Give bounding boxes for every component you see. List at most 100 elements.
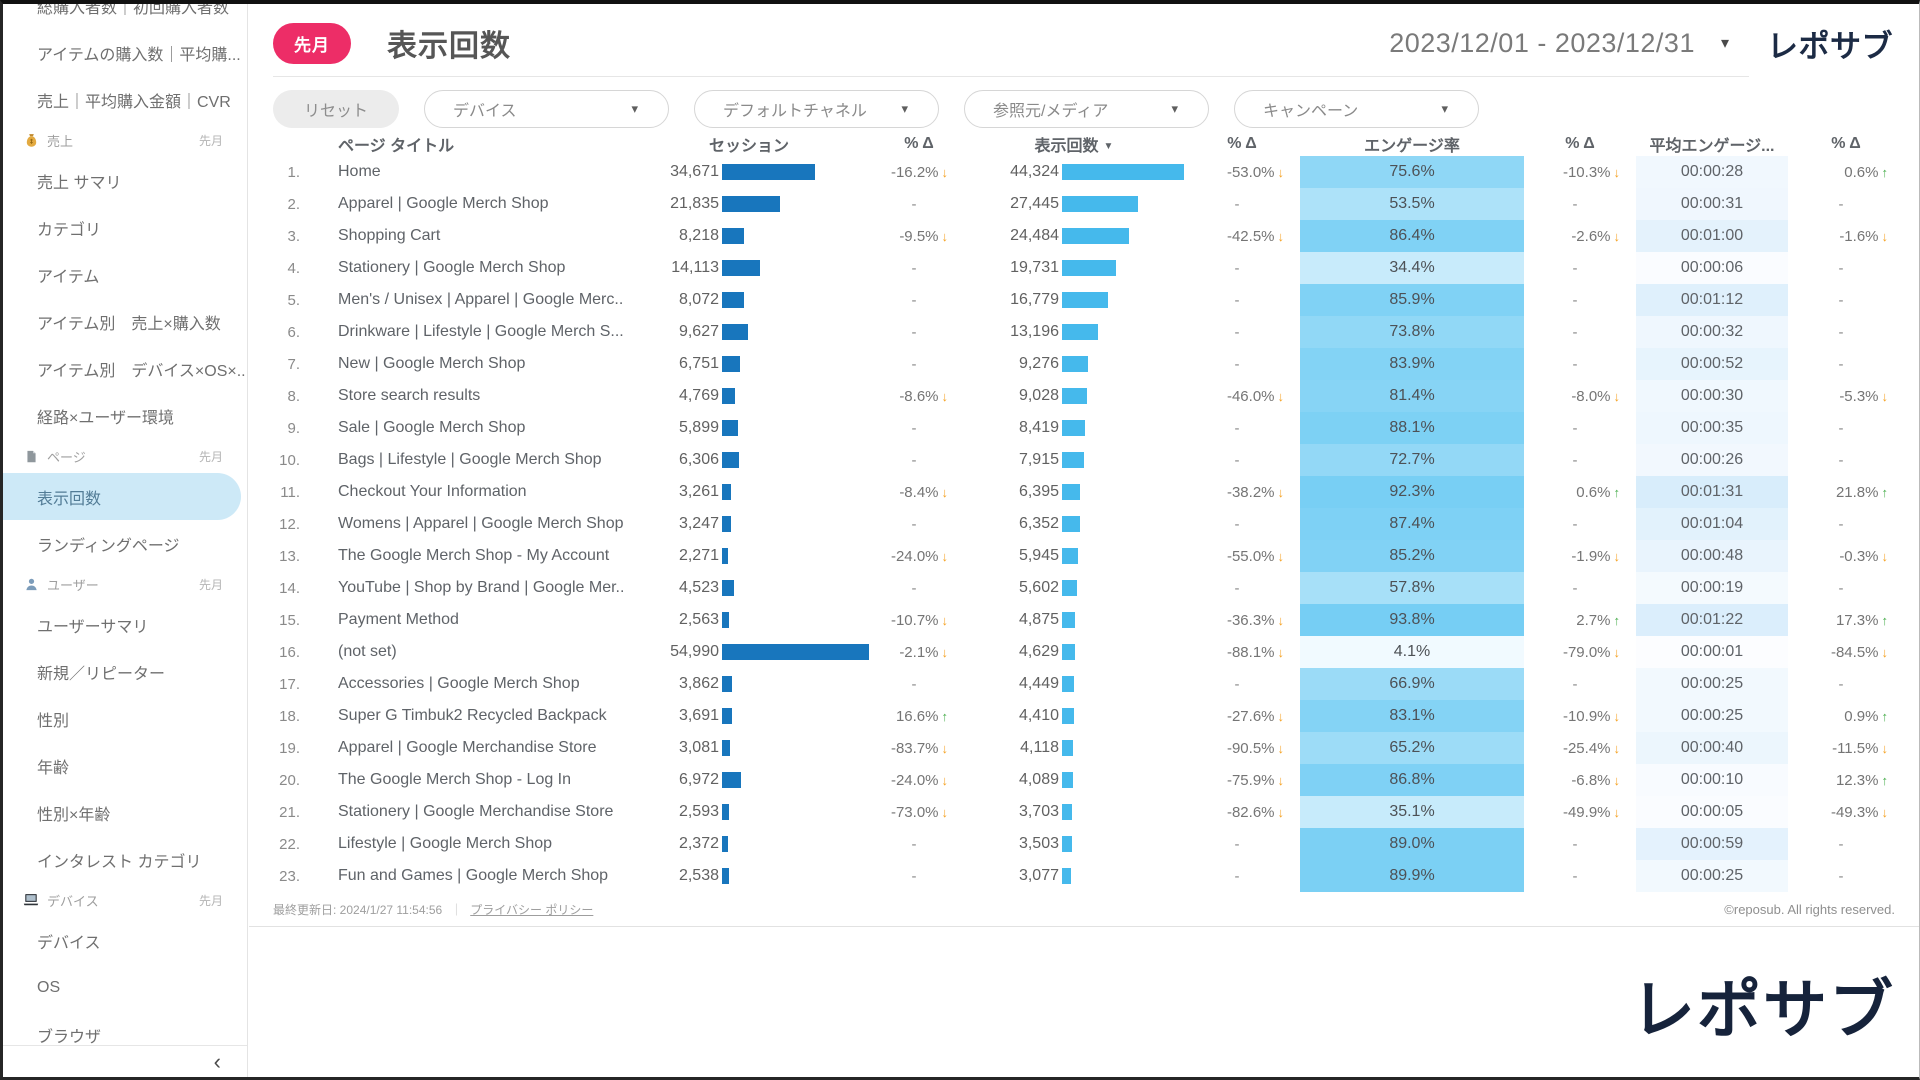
sessions-bar <box>722 484 731 500</box>
page-title-cell: Womens | Apparel | Google Merch Shop <box>304 515 624 533</box>
engagement-rate-cell: 85.2% <box>1300 540 1524 572</box>
avg-engagement-delta: -5.3%↓ <box>1788 388 1904 405</box>
sidebar-section-20: デバイス先月 <box>3 883 247 917</box>
sidebar-item[interactable]: アイテム別 売上×購入数 <box>3 298 247 345</box>
device-filter-dropdown[interactable]: デバイス ▾ <box>424 90 669 128</box>
sidebar-section-label: デバイス <box>47 891 99 910</box>
table-row: 20.The Google Merch Shop - Log In6,972-2… <box>268 764 1904 796</box>
sidebar-item[interactable]: 性別×年齢 <box>3 789 247 836</box>
views-bar <box>1062 804 1072 820</box>
sessions-bar <box>722 772 741 788</box>
avg-engagement-cell: 00:00:25 <box>1636 860 1788 892</box>
views-delta: - <box>1184 324 1300 341</box>
avg-engagement-delta: - <box>1788 580 1904 597</box>
avg-engagement-delta: - <box>1788 836 1904 853</box>
header-views-delta[interactable]: % Δ <box>1184 135 1300 153</box>
views-cell: 3,503 <box>964 835 1184 853</box>
sidebar-collapse-icon[interactable]: ‹ <box>214 1051 221 1073</box>
campaign-filter-dropdown[interactable]: キャンペーン ▾ <box>1234 90 1479 128</box>
arrow-down-icon: ↓ <box>1614 645 1621 660</box>
views-delta: -75.9%↓ <box>1184 772 1300 789</box>
sidebar-item[interactable]: 総購入者数｜初回購入者数 <box>3 4 247 29</box>
sidebar-item[interactable]: アイテムの購入数｜平均購... <box>3 29 247 76</box>
sessions-delta: - <box>874 516 964 533</box>
header-avg-engagement-delta[interactable]: % Δ <box>1788 135 1904 153</box>
sidebar-item[interactable]: アイテム別 デバイス×OS×... <box>3 345 247 392</box>
main-content: 先月 表示回数 2023/12/01 - 2023/12/31 ▾ レポサブ リ… <box>249 4 1919 1077</box>
views-bar <box>1062 836 1072 852</box>
brand-logo-large: レポサブ <box>1631 959 1895 1051</box>
row-rank: 6. <box>268 324 304 341</box>
date-range-selector[interactable]: 2023/12/01 - 2023/12/31 ▾ <box>1389 28 1729 59</box>
table-row: 16.(not set)54,990-2.1%↓4,629-88.1%↓4.1%… <box>268 636 1904 668</box>
avg-engagement-delta: 12.3%↑ <box>1788 772 1904 789</box>
views-delta: -90.5%↓ <box>1184 740 1300 757</box>
sessions-delta: - <box>874 676 964 693</box>
filter-bar: リセット デバイス ▾ デフォルトチャネル ▾ 参照元/メディア ▾ キャンペー… <box>273 90 1919 128</box>
sort-desc-icon: ▼ <box>1104 141 1114 152</box>
period-tag: 先月 <box>199 132 223 149</box>
row-rank: 7. <box>268 356 304 373</box>
table-row: 9.Sale | Google Merch Shop5,899-8,419-88… <box>268 412 1904 444</box>
views-cell: 9,276 <box>964 355 1184 373</box>
header-views[interactable]: 表示回数▼ <box>964 132 1184 156</box>
sessions-cell: 2,271 <box>624 547 874 565</box>
views-cell: 27,445 <box>964 195 1184 213</box>
sidebar-section-3: 売上先月 <box>3 123 247 157</box>
sidebar-item[interactable]: 売上 サマリ <box>3 157 247 204</box>
views-delta: - <box>1184 420 1300 437</box>
views-delta: - <box>1184 452 1300 469</box>
avg-engagement-cell: 00:01:00 <box>1636 220 1788 252</box>
table-row: 17.Accessories | Google Merch Shop3,862-… <box>268 668 1904 700</box>
sidebar-item[interactable]: アイテム <box>3 251 247 298</box>
sessions-delta: - <box>874 868 964 885</box>
engagement-delta: -10.3%↓ <box>1524 164 1636 181</box>
sessions-cell: 14,113 <box>624 259 874 277</box>
sidebar-item[interactable]: デバイス <box>3 917 247 964</box>
avg-engagement-delta: - <box>1788 324 1904 341</box>
engagement-delta: - <box>1524 356 1636 373</box>
engagement-delta: - <box>1524 196 1636 213</box>
privacy-policy-link[interactable]: プライバシー ポリシー <box>470 901 593 918</box>
sessions-bar <box>722 580 734 596</box>
sidebar-item[interactable]: インタレスト カテゴリ <box>3 836 247 883</box>
header-sessions-delta[interactable]: % Δ <box>874 135 964 153</box>
sidebar-item[interactable]: 年齢 <box>3 742 247 789</box>
sidebar-item[interactable]: カテゴリ <box>3 204 247 251</box>
sidebar-item[interactable]: 売上｜平均購入金額｜CVR <box>3 76 247 123</box>
avg-engagement-delta: -49.3%↓ <box>1788 804 1904 821</box>
avg-engagement-delta: - <box>1788 420 1904 437</box>
header-engagement-rate[interactable]: エンゲージ率 <box>1300 132 1524 156</box>
header-sessions[interactable]: セッション <box>624 132 874 156</box>
page-title-cell: Stationery | Google Merch Shop <box>304 259 624 277</box>
engagement-delta: -6.8%↓ <box>1524 772 1636 789</box>
views-bar <box>1062 772 1073 788</box>
sidebar-item[interactable]: OS <box>3 964 247 1011</box>
sidebar-item[interactable]: 経路×ユーザー環境 <box>3 392 247 439</box>
sessions-cell: 4,523 <box>624 579 874 597</box>
arrow-down-icon: ↓ <box>942 165 949 180</box>
source-media-filter-dropdown[interactable]: 参照元/メディア ▾ <box>964 90 1209 128</box>
header-avg-engagement[interactable]: 平均エンゲージ... <box>1636 132 1788 156</box>
sidebar-item[interactable]: ユーザーサマリ <box>3 601 247 648</box>
reset-button[interactable]: リセット <box>273 90 399 128</box>
page-title-cell: YouTube | Shop by Brand | Google Mer... <box>304 579 624 597</box>
arrow-down-icon: ↓ <box>942 613 949 628</box>
views-bar <box>1062 292 1108 308</box>
page-title-cell: The Google Merch Shop - Log In <box>304 771 624 789</box>
sidebar-item-active[interactable]: 表示回数 <box>3 473 241 520</box>
header-page-title[interactable]: ページ タイトル <box>304 132 624 156</box>
sidebar-item[interactable]: 新規／リピーター <box>3 648 247 695</box>
sidebar-item[interactable]: ランディングページ <box>3 520 247 567</box>
views-cell: 13,196 <box>964 323 1184 341</box>
arrow-down-icon: ↓ <box>1278 613 1285 628</box>
table-row: 3.Shopping Cart8,218-9.5%↓24,484-42.5%↓8… <box>268 220 1904 252</box>
header-engagement-delta[interactable]: % Δ <box>1524 135 1636 153</box>
views-bar <box>1062 388 1087 404</box>
sidebar-item[interactable]: 性別 <box>3 695 247 742</box>
sidebar: 総購入者数｜初回購入者数アイテムの購入数｜平均購...売上｜平均購入金額｜CVR… <box>3 4 248 1077</box>
views-cell: 24,484 <box>964 227 1184 245</box>
default-channel-filter-dropdown[interactable]: デフォルトチャネル ▾ <box>694 90 939 128</box>
avg-engagement-cell: 00:00:10 <box>1636 764 1788 796</box>
sessions-cell: 2,372 <box>624 835 874 853</box>
